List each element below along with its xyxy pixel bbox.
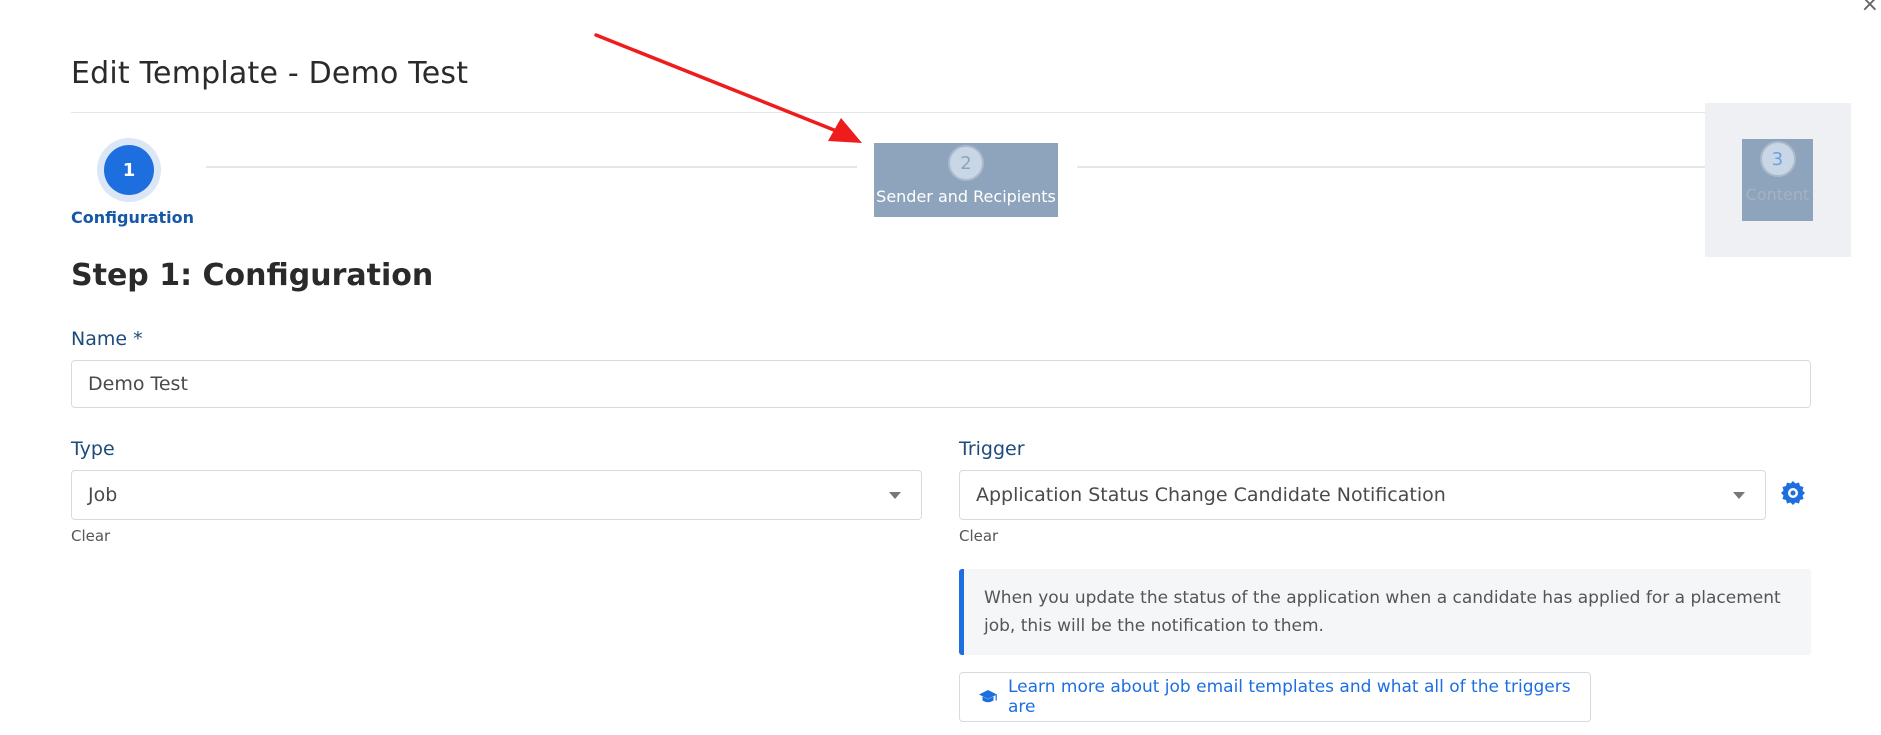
graduation-cap-icon <box>978 689 998 705</box>
step-content[interactable]: 3 Content <box>1742 139 1813 221</box>
type-clear-link[interactable]: Clear <box>71 527 110 545</box>
chevron-down-icon <box>889 492 901 499</box>
trigger-select[interactable]: Application Status Change Candidate Noti… <box>959 470 1766 520</box>
learn-more-button[interactable]: Learn more about job email templates and… <box>959 672 1591 722</box>
learn-more-label: Learn more about job email templates and… <box>1008 677 1571 717</box>
step-sender-and-recipients[interactable]: 2 Sender and Recipients <box>874 143 1058 217</box>
type-label: Type <box>71 438 115 460</box>
modal-title: Edit Template - Demo Test <box>71 56 469 91</box>
step-configuration[interactable]: 1 Configuration <box>71 138 195 227</box>
step-3-label: Content <box>1745 185 1810 204</box>
chevron-down-icon <box>1733 492 1745 499</box>
annotation-arrow-icon <box>594 33 862 143</box>
step-1-number: 1 <box>104 145 154 195</box>
stepper-connector-1 <box>206 166 857 168</box>
trigger-label: Trigger <box>959 438 1025 460</box>
stepper-connector-2 <box>1077 166 1727 168</box>
step-2-label: Sender and Recipients <box>876 187 1056 206</box>
step-1-ring: 1 <box>97 138 161 202</box>
trigger-settings-gear-icon[interactable] <box>1779 478 1807 506</box>
title-divider <box>71 112 1811 113</box>
trigger-clear-link[interactable]: Clear <box>959 527 998 545</box>
type-select[interactable]: Job <box>71 470 922 520</box>
step-3-number: 3 <box>1759 141 1796 177</box>
trigger-description: When you update the status of the applic… <box>959 569 1811 655</box>
name-label: Name * <box>71 328 143 350</box>
name-input[interactable]: Demo Test <box>71 360 1811 408</box>
trigger-select-value: Application Status Change Candidate Noti… <box>976 484 1446 506</box>
step-2-number: 2 <box>948 145 984 181</box>
close-icon[interactable]: × <box>1861 0 1879 16</box>
section-title: Step 1: Configuration <box>71 258 434 293</box>
step-1-label: Configuration <box>71 208 195 227</box>
type-select-value: Job <box>88 484 118 506</box>
